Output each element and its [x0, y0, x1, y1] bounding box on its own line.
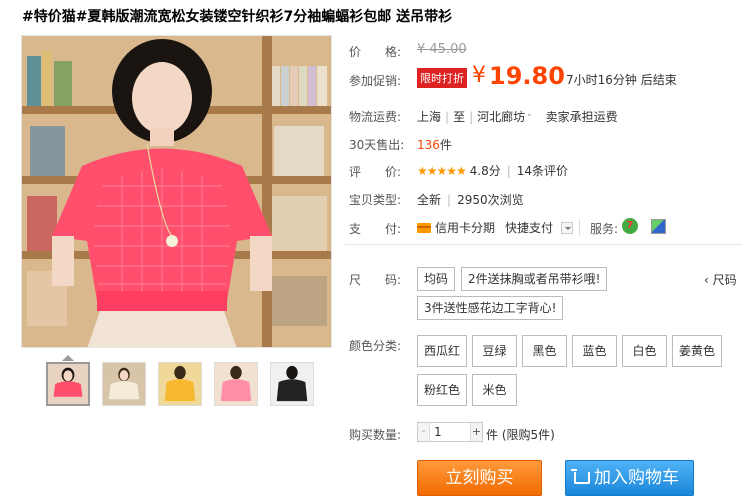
rating-label: 评 价: — [349, 165, 402, 179]
shipping-to-prefix: 至 — [453, 110, 466, 124]
original-price: ¥ 45.00 — [417, 42, 467, 57]
shipping-info: 上海 | 至 | 河北廊坊 ˅ 卖家承担运费 — [417, 110, 618, 124]
seven-day-return-icon[interactable]: 7 — [622, 218, 638, 234]
quick-pay-link[interactable]: 快捷支付 — [505, 219, 553, 236]
quantity-increase-button[interactable]: + — [470, 423, 482, 441]
thumbnail-strip — [46, 362, 314, 406]
section-divider — [345, 244, 742, 245]
sales-unit: 件 — [439, 138, 452, 152]
service-label: 服务: — [590, 222, 619, 236]
payment-options: 信用卡分期 快捷支付 — [417, 219, 574, 236]
price-label: 价 格: — [349, 45, 402, 59]
promo-label: 参加促销: — [349, 74, 402, 88]
promo-price: 19.80 — [489, 62, 565, 90]
color-option[interactable]: 蓝色 — [572, 335, 617, 367]
product-title: #特价猫#夏韩版潮流宽松女装镂空针织衫7分袖蝙蝠衫包邮 送吊带衫 — [22, 9, 453, 25]
service-divider — [579, 219, 580, 235]
payment-dropdown-icon[interactable] — [561, 221, 574, 234]
main-product-image[interactable] — [21, 35, 332, 348]
thumbnail-3[interactable] — [158, 362, 202, 406]
shipping-label: 物流运费: — [349, 110, 402, 124]
size-label: 尺 码: — [349, 273, 402, 287]
payment-label: 支 付: — [349, 222, 402, 236]
size-option[interactable]: 2件送抹胸或者吊带衫哦! — [461, 267, 607, 291]
color-option[interactable]: 黑色 — [522, 335, 567, 367]
buy-now-button[interactable]: 立刻购买 — [417, 460, 542, 496]
size-option[interactable]: 3件送性感花边工字背心! — [417, 296, 563, 320]
quantity-label: 购买数量: — [349, 428, 402, 442]
color-label: 颜色分类: — [349, 339, 402, 353]
thumbnail-pointer-icon — [62, 355, 74, 361]
thumbnail-4[interactable] — [214, 362, 258, 406]
add-to-cart-button[interactable]: 加入购物车 — [565, 460, 694, 496]
star-rating-icon: ★★★★★ — [417, 164, 467, 178]
thumbnail-2[interactable] — [102, 362, 146, 406]
item-type-label: 宝贝类型: — [349, 193, 402, 207]
currency-symbol: ¥ — [472, 63, 486, 88]
color-option[interactable]: 白色 — [622, 335, 667, 367]
shipping-fee: 卖家承担运费 — [545, 110, 618, 124]
quantity-input[interactable]: 1 — [430, 423, 470, 441]
rating-group: ★★★★★ 4.8分 | 14条评价 — [417, 164, 569, 178]
quantity-limit-note: 件 (限购5件) — [486, 428, 555, 442]
review-count-link[interactable]: 14条评价 — [517, 164, 568, 178]
rating-score: 4.8分 — [469, 164, 501, 178]
size-option[interactable]: 均码 — [417, 267, 455, 291]
color-option[interactable]: 米色 — [472, 374, 517, 406]
quantity-stepper: - 1 + — [417, 422, 483, 442]
credit-card-icon — [417, 222, 431, 233]
credit-installment-link[interactable]: 信用卡分期 — [435, 219, 495, 236]
sales-count: 136 — [417, 138, 440, 152]
color-option[interactable]: 西瓜红 — [417, 335, 467, 367]
view-count: 2950次浏览 — [457, 193, 524, 207]
shipping-destination[interactable]: 河北廊坊 — [477, 110, 525, 124]
seven-day-return-label: 7 — [626, 220, 634, 231]
cart-icon — [571, 469, 590, 484]
chevron-down-icon[interactable]: ˅ — [527, 114, 532, 124]
size-chart-link[interactable]: ‹ 尺码 — [704, 271, 737, 288]
thumbnail-1[interactable] — [46, 362, 90, 406]
color-option[interactable]: 姜黄色 — [672, 335, 722, 367]
color-option[interactable]: 粉红色 — [417, 374, 467, 406]
quantity-decrease-button[interactable]: - — [418, 423, 430, 441]
sales-count-group: 136件 — [417, 136, 452, 153]
shipping-from: 上海 — [417, 110, 442, 124]
add-to-cart-label: 加入购物车 — [594, 468, 679, 488]
item-condition: 全新 — [417, 193, 442, 207]
guarantee-icon[interactable] — [651, 219, 666, 234]
promo-countdown: 7小时16分钟 后结束 — [566, 73, 677, 87]
thumbnail-5[interactable] — [270, 362, 314, 406]
item-type-group: 全新 | 2950次浏览 — [417, 193, 524, 207]
sales-label: 30天售出: — [349, 138, 405, 152]
promo-tag-badge: 限时打折 — [417, 68, 467, 88]
color-option[interactable]: 豆绿 — [472, 335, 517, 367]
